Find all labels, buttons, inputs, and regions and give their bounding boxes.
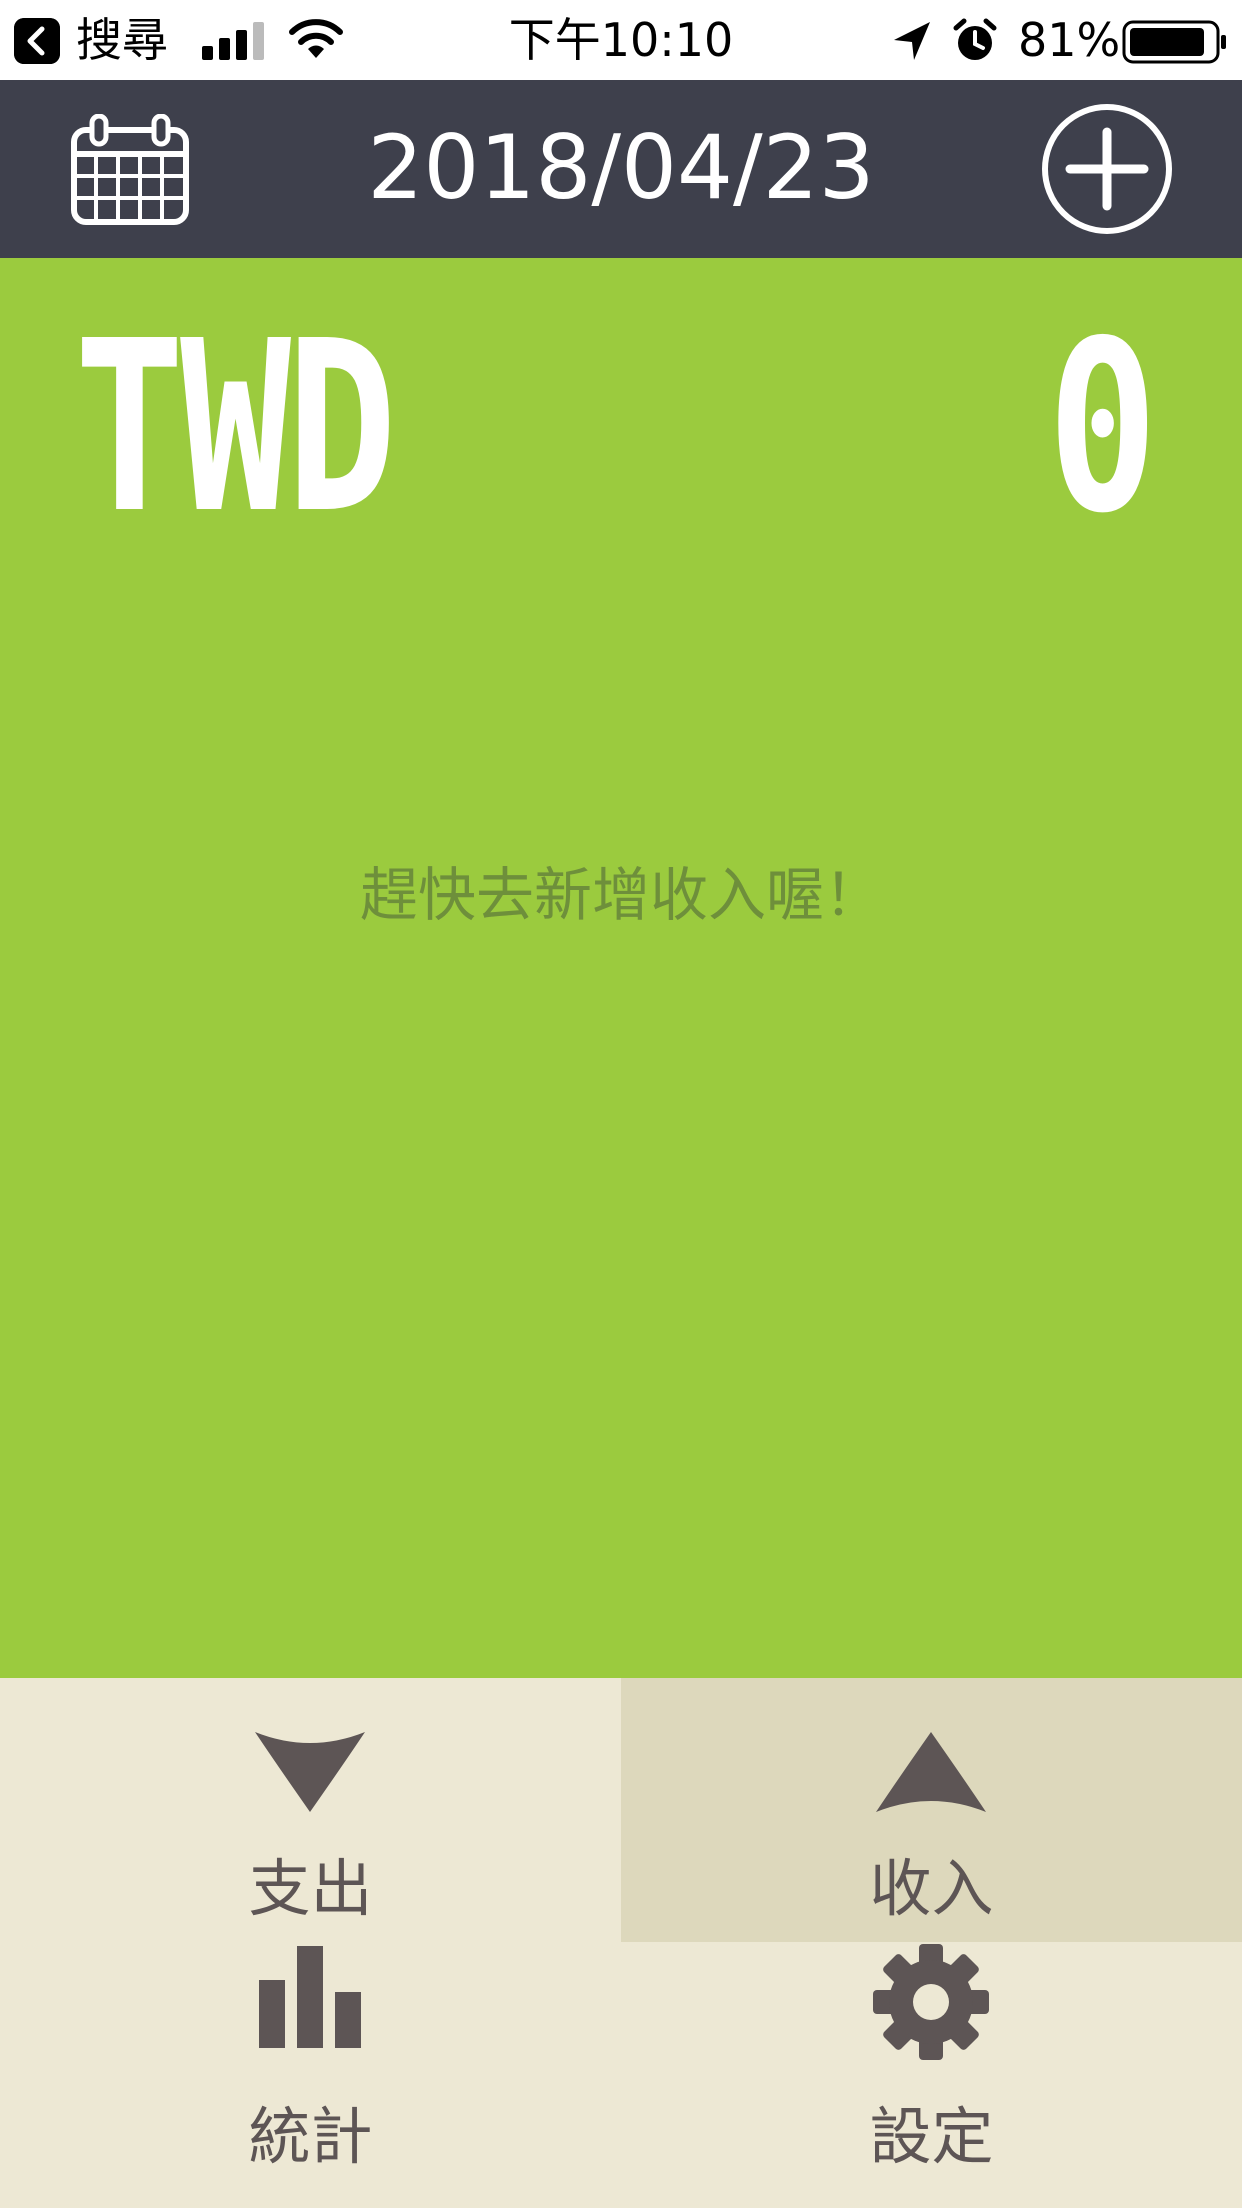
chevron-up-icon [876, 1732, 986, 1812]
menu-label-income: 收入 [869, 1852, 994, 1925]
total-amount: 0 [1047, 290, 1158, 565]
currency-label: TWD [74, 290, 397, 565]
location-arrow-icon [894, 22, 930, 60]
battery-percent: 81% [1018, 13, 1121, 67]
empty-state-message: 趕快去新增收入喔！ [359, 861, 882, 929]
bar-chart-icon [259, 1946, 361, 2048]
menu-label-settings: 設定 [869, 2100, 994, 2173]
app-header: 2018/04/23 [0, 80, 1242, 258]
alarm-clock-icon [953, 18, 997, 60]
menu-label-expense: 支出 [248, 1852, 373, 1925]
status-bar: 搜尋 下午10:10 81% [0, 0, 1242, 80]
plus-circle-icon[interactable] [1040, 102, 1174, 236]
battery-icon [1122, 20, 1226, 64]
chevron-down-icon [255, 1732, 365, 1812]
menu-item-expense[interactable]: 支出 [0, 1678, 621, 1942]
gear-icon [873, 1944, 989, 2060]
menu-item-income[interactable]: 收入 [621, 1678, 1242, 1942]
menu-item-settings[interactable]: 設定 [621, 1942, 1242, 2208]
bottom-menu: 支出 收入 統計 設定 [0, 1678, 1242, 2208]
menu-label-statistics: 統計 [248, 2100, 373, 2173]
menu-item-statistics[interactable]: 統計 [0, 1942, 621, 2208]
